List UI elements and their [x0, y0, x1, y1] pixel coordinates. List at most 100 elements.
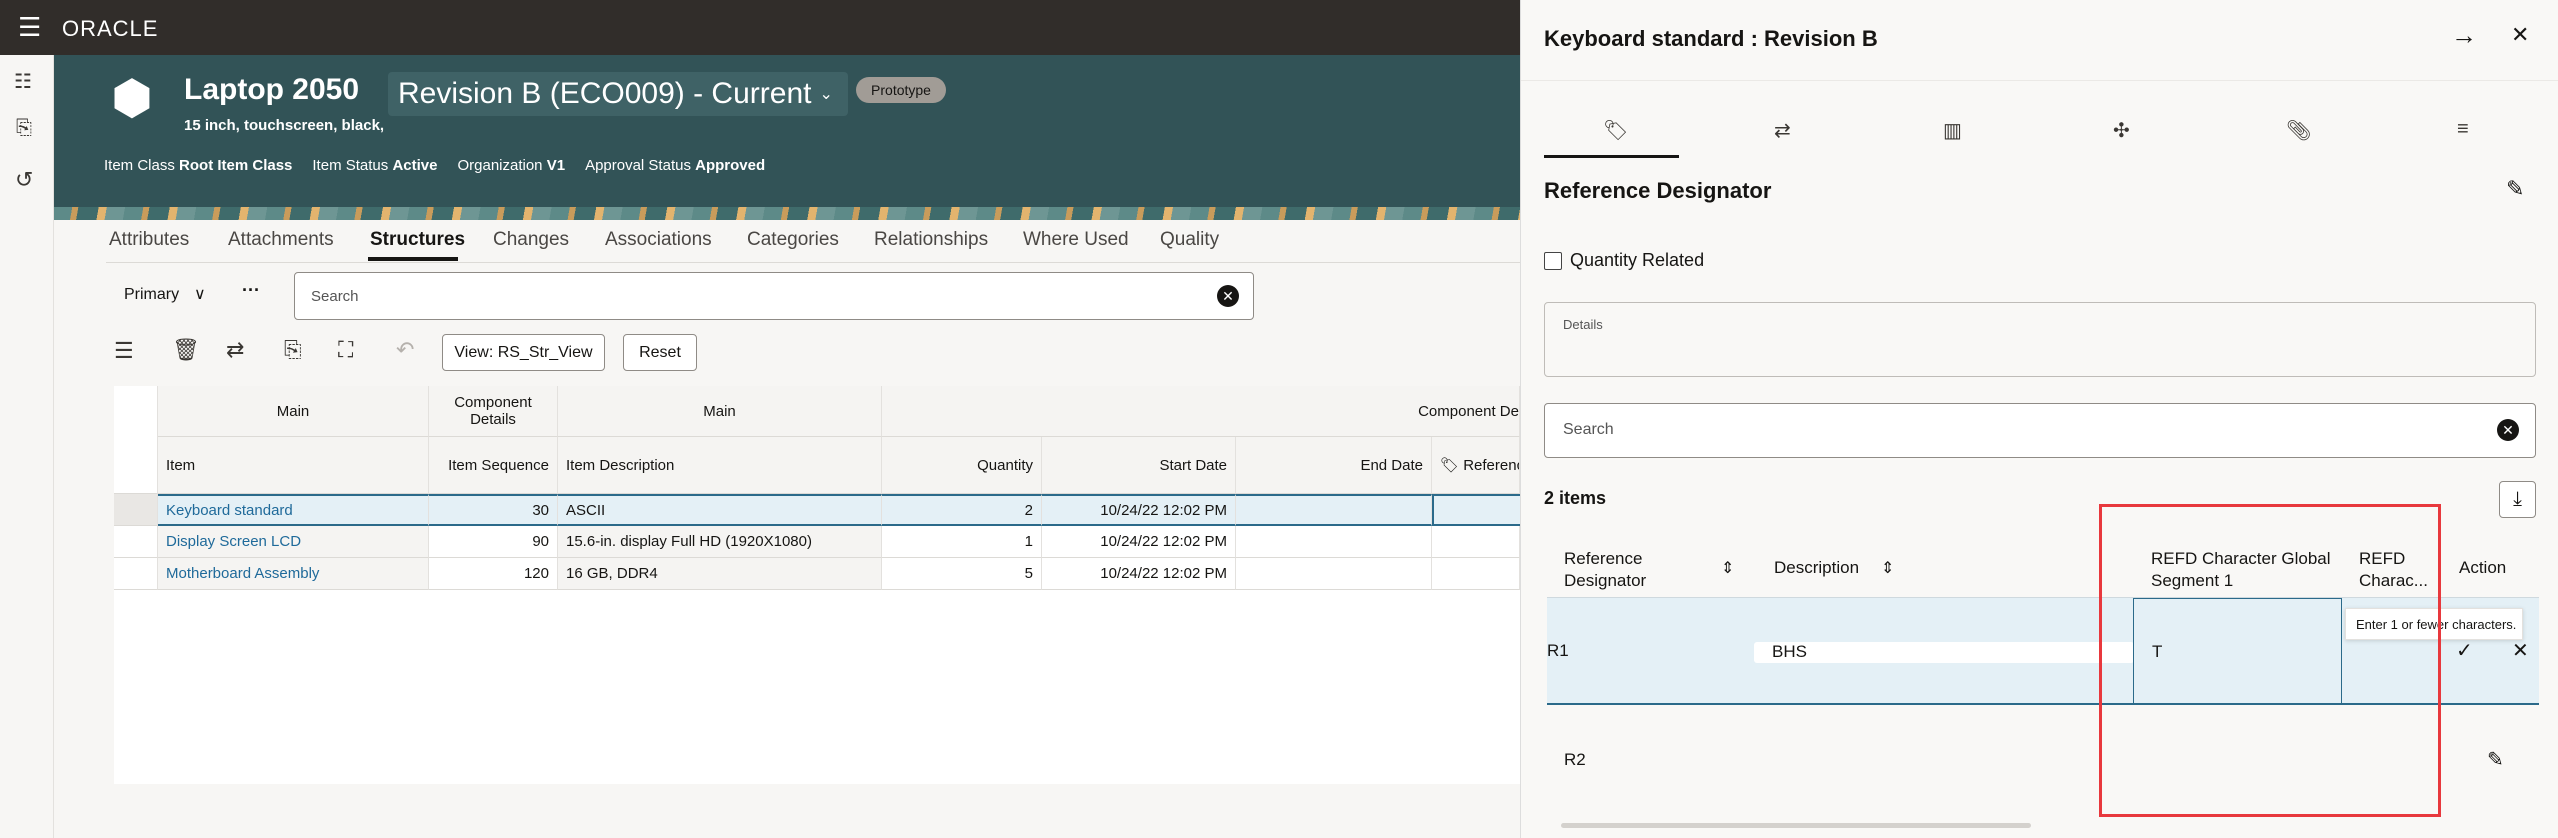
reference-cell[interactable] — [1432, 494, 1520, 526]
sequence-cell: 90 — [429, 526, 558, 558]
tag-icon[interactable]: 🏷︎ — [1603, 118, 1628, 143]
chevron-down-icon: ⌄ — [819, 86, 833, 103]
checkbox-label: Quantity Related — [1570, 250, 1705, 270]
more-actions-icon[interactable]: ··· — [242, 280, 260, 301]
arrow-right-icon[interactable]: → — [2451, 20, 2477, 51]
save-check-icon[interactable]: ✓ — [2456, 638, 2473, 663]
download-button[interactable]: ⤓ — [2499, 481, 2536, 518]
row-header[interactable] — [114, 526, 158, 558]
column-header-description[interactable]: Item Description — [558, 437, 882, 494]
fit-screen-icon[interactable]: ⛶ — [338, 337, 353, 363]
view-button[interactable]: View: RS_Str_View — [442, 334, 605, 371]
column-header-end-date[interactable]: End Date — [1236, 437, 1432, 494]
search-input[interactable]: Search ✕ — [294, 272, 1254, 320]
revision-dropdown[interactable]: Revision B (ECO009) - Current ⌄ — [388, 72, 848, 116]
quantity-cell: 2 — [882, 494, 1042, 526]
tab-attachments[interactable]: Attachments — [228, 229, 334, 251]
annotation-highlight-box — [2099, 504, 2441, 817]
reference-cell[interactable] — [1432, 558, 1520, 590]
factory-icon[interactable]: ▥ — [1943, 118, 1962, 143]
group-header: Component Details — [429, 386, 558, 437]
tab-where-used[interactable]: Where Used — [1023, 229, 1129, 251]
column-header-quantity[interactable]: Quantity — [882, 437, 1042, 494]
structure-select[interactable]: Primary — [124, 286, 179, 304]
start-date-cell: 10/24/22 12:02 PM — [1042, 558, 1236, 590]
quantity-cell: 5 — [882, 558, 1042, 590]
swap-icon[interactable]: ⇄ — [1774, 118, 1791, 143]
cancel-x-icon[interactable]: ✕ — [2512, 638, 2529, 663]
item-cube-icon: ⬢ — [111, 72, 153, 125]
edit-pencil-icon[interactable]: ✎ — [2506, 176, 2524, 202]
tab-quality[interactable]: Quality — [1160, 229, 1219, 251]
tab-relationships[interactable]: Relationships — [874, 229, 988, 251]
details-label: Details — [1563, 317, 1603, 332]
column-header-description[interactable]: Description — [1774, 558, 1859, 578]
item-cell[interactable]: Keyboard standard — [158, 494, 429, 526]
start-date-cell: 10/24/22 12:02 PM — [1042, 526, 1236, 558]
delete-icon[interactable]: 🗑 — [172, 337, 200, 363]
column-label: Referenc — [1463, 456, 1520, 474]
column-header-start-date[interactable]: Start Date — [1042, 437, 1236, 494]
tab-associations[interactable]: Associations — [605, 229, 712, 251]
column-header-sequence[interactable]: Item Sequence — [429, 437, 558, 494]
tab-categories[interactable]: Categories — [747, 229, 839, 251]
column-header-item[interactable]: Item — [158, 437, 429, 494]
list-icon[interactable]: ≡ — [2457, 118, 2469, 141]
sort-icon[interactable]: ⇕ — [1721, 558, 1734, 578]
item-header: ⬢ Laptop 2050 Revision B (ECO009) - Curr… — [54, 55, 1520, 207]
history-icon[interactable]: ↺ — [15, 167, 33, 193]
attr-value: Active — [392, 157, 438, 174]
chevron-down-icon[interactable]: ∨ — [194, 284, 206, 304]
tab-attributes[interactable]: Attributes — [109, 229, 189, 251]
clear-search-icon[interactable]: ✕ — [1217, 285, 1239, 307]
reset-button[interactable]: Reset — [623, 334, 697, 371]
tab-structures[interactable]: Structures — [370, 229, 465, 251]
item-cell[interactable]: Display Screen LCD — [158, 526, 429, 558]
search-placeholder: Search — [1563, 421, 1614, 438]
group-header: Main — [558, 386, 882, 437]
row-header[interactable] — [114, 558, 158, 590]
tag-icon: 🏷︎ — [1440, 457, 1460, 474]
horizontal-scrollbar[interactable] — [1561, 823, 2031, 828]
close-icon[interactable]: ✕ — [2511, 22, 2529, 48]
end-date-cell — [1236, 558, 1432, 590]
column-header-refdes[interactable]: Reference Designator — [1564, 548, 1694, 592]
swap-icon[interactable]: ⇄ — [226, 337, 244, 363]
panel-search-input[interactable]: Search ✕ — [1544, 403, 2536, 458]
description-input[interactable]: BHS — [1754, 642, 2134, 663]
paperclip-icon[interactable]: 📎︎ — [2286, 118, 2311, 143]
attr-value: Root Item Class — [179, 157, 293, 174]
search-list-icon[interactable]: ☷ — [14, 69, 32, 94]
sort-icon[interactable]: ⇕ — [1881, 558, 1894, 578]
active-tab-indicator — [1544, 155, 1679, 158]
detail-drawer: Keyboard standard : Revision B → ✕ 🏷︎ ⇄ … — [1520, 0, 2558, 838]
details-textarea[interactable]: Details — [1544, 302, 2536, 377]
items-count: 2 items — [1544, 488, 1607, 508]
top-bar: ☰ ORACLE — [0, 0, 1520, 55]
item-cell[interactable]: Motherboard Assembly — [158, 558, 429, 590]
end-date-cell — [1236, 526, 1432, 558]
tab-changes[interactable]: Changes — [493, 229, 569, 251]
network-icon[interactable]: ✣ — [2113, 118, 2130, 143]
revision-label: Revision B (ECO009) - Current — [398, 77, 812, 110]
hamburger-menu-icon[interactable]: ☰ — [18, 12, 41, 43]
clipboard-icon[interactable]: ⎘ — [16, 117, 32, 140]
oracle-logo: ORACLE — [62, 16, 159, 41]
divider — [1521, 80, 2558, 81]
query-list-icon[interactable]: ☰ — [114, 338, 134, 364]
row-header[interactable] — [114, 494, 158, 526]
attr-label: Item Class — [104, 157, 175, 174]
quantity-related-checkbox[interactable] — [1544, 252, 1562, 270]
row-header-corner — [114, 386, 158, 494]
decorative-banner — [54, 207, 1520, 220]
start-date-cell: 10/24/22 12:02 PM — [1042, 494, 1236, 526]
refdes-cell: R2 — [1564, 750, 1586, 769]
reference-cell[interactable] — [1432, 526, 1520, 558]
clipboard-upload-icon[interactable]: ⎘ — [284, 337, 302, 363]
column-header-reference[interactable]: 🏷︎ Referenc — [1432, 437, 1520, 494]
clear-search-icon[interactable]: ✕ — [2497, 419, 2519, 441]
item-subtitle: 15 inch, touchscreen, black, — [184, 117, 385, 134]
edit-pencil-icon[interactable]: ✎ — [2487, 747, 2504, 772]
sequence-cell: 120 — [429, 558, 558, 590]
end-date-cell — [1236, 494, 1432, 526]
